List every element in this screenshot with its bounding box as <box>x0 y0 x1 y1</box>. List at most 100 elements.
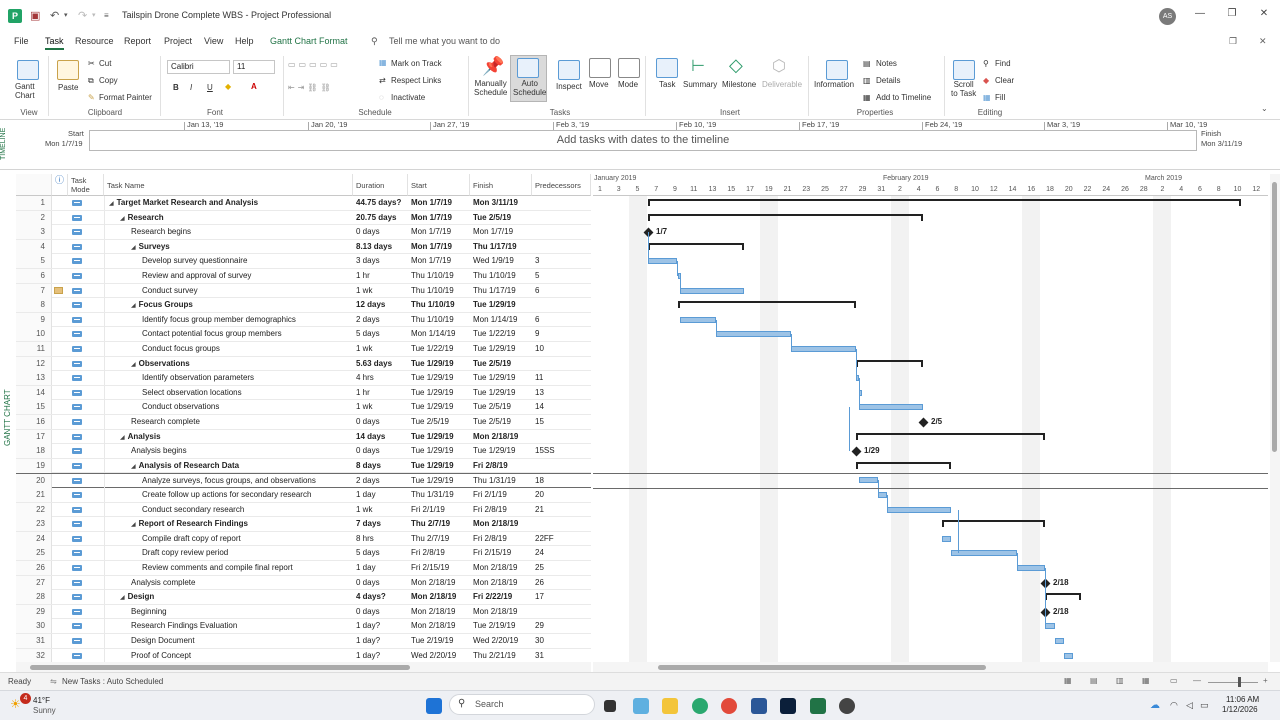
predecessors-cell[interactable]: 20 <box>532 488 591 502</box>
table-row[interactable]: 24 Compile draft copy of report 8 hrs Thu 2… <box>16 531 591 547</box>
duration-cell[interactable]: 0 days <box>353 415 408 429</box>
start-cell[interactable]: Tue 1/29/19 <box>408 357 470 371</box>
table-row[interactable]: 19 ◢ Analysis of Research Data 8 days Tue 1/… <box>16 458 591 474</box>
gantt-milestone[interactable] <box>851 446 862 457</box>
finish-cell[interactable]: Mon 2/18/19 <box>470 605 532 619</box>
row-id[interactable]: 24 <box>16 531 52 546</box>
gantt-task-bar[interactable] <box>680 287 744 294</box>
row-id[interactable]: 31 <box>16 634 52 648</box>
finish-cell[interactable]: Mon 3/11/19 <box>470 196 532 210</box>
table-row[interactable]: 28 ◢ Design 4 days? Mon 2/18/19 Fri 2/22/19 17 <box>16 590 591 605</box>
start-cell[interactable]: Thu 1/10/19 <box>408 269 470 283</box>
auto-schedule-button[interactable]: Auto Schedule <box>513 79 546 97</box>
gantt-task-bar[interactable] <box>1017 565 1045 571</box>
duration-cell[interactable]: 0 days <box>353 605 408 619</box>
table-row[interactable]: 20 Analyze surveys, focus groups, and obs… <box>16 473 591 489</box>
start-cell[interactable]: Fri 2/15/19 <box>408 561 470 575</box>
table-row[interactable]: 30 Research Findings Evaluation 1 day? Mon … <box>16 619 591 634</box>
table-row[interactable]: 6 Review and approval of survey 1 hr Thu 1/… <box>16 269 591 284</box>
bold-button[interactable]: B <box>173 83 179 92</box>
resource-sheet-icon[interactable]: ▦ <box>1142 676 1150 685</box>
indent-outdent-icons[interactable]: ⇤⇥⛓⛓ <box>288 83 334 92</box>
collapse-triangle-icon[interactable]: ◢ <box>120 595 125 601</box>
start-cell[interactable]: Tue 2/5/19 <box>408 415 470 429</box>
task-mode-cell[interactable] <box>68 634 104 648</box>
predecessors-cell[interactable]: 13 <box>532 386 591 400</box>
task-mode-cell[interactable] <box>68 517 104 531</box>
predecessors-cell[interactable]: 18 <box>532 474 591 488</box>
note-indicator-icon[interactable] <box>54 286 63 294</box>
start-cell[interactable]: Thu 1/10/19 <box>408 298 470 312</box>
table-row[interactable]: 10 Contact potential focus group members 5… <box>16 327 591 342</box>
row-id[interactable]: 16 <box>16 415 52 429</box>
report-icon[interactable]: ▭ <box>1170 676 1178 685</box>
start-cell[interactable]: Thu 2/7/19 <box>408 517 470 531</box>
finish-cell[interactable]: Thu 1/17/19 <box>470 240 532 254</box>
predecessors-cell[interactable]: 21 <box>532 503 591 517</box>
task-name-cell[interactable]: ◢ Design <box>104 590 353 605</box>
row-id[interactable]: 13 <box>16 371 52 386</box>
duration-cell[interactable]: 1 day? <box>353 634 408 648</box>
start-header[interactable]: Start <box>408 174 470 196</box>
copy-button[interactable]: Copy <box>99 76 118 85</box>
duration-cell[interactable]: 1 day? <box>353 649 408 662</box>
predecessors-cell[interactable]: 30 <box>532 634 591 648</box>
duration-cell[interactable]: 1 hr <box>353 386 408 400</box>
duration-cell[interactable]: 7 days <box>353 517 408 531</box>
gantt-summary-bar[interactable] <box>856 432 1045 440</box>
insert-task-button[interactable]: Task <box>659 80 675 89</box>
task-name-cell[interactable]: Proof of Concept <box>104 648 353 662</box>
finish-cell[interactable]: Fri 2/1/19 <box>470 488 532 502</box>
zoom-in-icon[interactable]: + <box>1263 676 1268 685</box>
redo-dropdown-icon[interactable]: ▾ <box>92 8 96 24</box>
select-all-corner[interactable] <box>16 174 52 196</box>
finish-cell[interactable]: Thu 1/31/19 <box>470 474 532 488</box>
predecessors-cell[interactable]: 26 <box>532 576 591 590</box>
gantt-task-bar[interactable] <box>942 535 951 542</box>
task-name-header[interactable]: Task Name <box>104 174 353 196</box>
task-mode-cell[interactable] <box>68 386 104 400</box>
duration-cell[interactable]: 1 wk <box>353 503 408 517</box>
task-name-cell[interactable]: ◢ Analysis of Research Data <box>104 458 353 473</box>
task-name-cell[interactable]: Analysis complete <box>104 575 353 590</box>
details-button[interactable]: Details <box>876 76 900 85</box>
font-family-select[interactable]: Calibri <box>167 60 230 74</box>
table-row[interactable]: 2 ◢ Research 20.75 days Mon 1/7/19 Tue 2/5/19 <box>16 210 591 226</box>
table-row[interactable]: 17 ◢ Analysis 14 days Tue 1/29/19 Mon 2/18/19 <box>16 429 591 445</box>
chart-scroll-thumb[interactable] <box>658 665 986 670</box>
find-button[interactable]: Find <box>995 59 1011 68</box>
scroll-to-task-button[interactable]: Scroll to Task <box>951 80 976 98</box>
start-cell[interactable]: Mon 2/18/19 <box>408 605 470 619</box>
collapse-triangle-icon[interactable]: ◢ <box>131 245 136 251</box>
sheet-scroll-thumb[interactable] <box>30 665 410 670</box>
predecessors-cell[interactable] <box>532 240 591 254</box>
table-row[interactable]: 12 ◢ Observations 5.63 days Tue 1/29/19 Tue 2… <box>16 356 591 372</box>
finish-cell[interactable]: Tue 1/29/19 <box>470 386 532 400</box>
gantt-task-bar[interactable] <box>680 316 716 323</box>
predecessors-cell[interactable] <box>532 211 591 225</box>
finish-header[interactable]: Finish <box>470 174 532 196</box>
task-mode-cell[interactable] <box>68 196 104 210</box>
duration-cell[interactable]: 5 days <box>353 327 408 341</box>
start-cell[interactable]: Mon 1/7/19 <box>408 196 470 210</box>
duration-cell[interactable]: 1 wk <box>353 400 408 414</box>
table-row[interactable]: 23 ◢ Report of Research Findings 7 days Thu … <box>16 517 591 532</box>
table-row[interactable]: 5 Develop survey questionnaire 3 days Mon 1… <box>16 254 591 269</box>
finish-cell[interactable]: Tue 1/29/19 <box>470 342 532 356</box>
task-name-cell[interactable]: Contact potential focus group members <box>104 327 353 342</box>
user-avatar[interactable]: AS <box>1159 8 1176 25</box>
restore-button[interactable]: ❐ <box>1222 8 1242 24</box>
start-button-icon[interactable] <box>426 698 442 714</box>
customize-qat-icon[interactable]: ≡ <box>104 8 109 24</box>
duration-cell[interactable]: 8.13 days <box>353 240 408 254</box>
task-name-cell[interactable]: Draft copy review period <box>104 546 353 561</box>
gantt-task-bar[interactable] <box>791 346 856 352</box>
duration-cell[interactable]: 12 days <box>353 298 408 312</box>
row-id[interactable]: 32 <box>16 648 52 662</box>
task-name-cell[interactable]: Research begins <box>104 225 353 240</box>
gantt-task-bar[interactable] <box>648 258 677 265</box>
start-cell[interactable]: Thu 1/31/19 <box>408 488 470 502</box>
gantt-summary-bar[interactable] <box>648 213 923 221</box>
task-mode-cell[interactable] <box>68 503 104 517</box>
row-id[interactable]: 7 <box>16 283 52 298</box>
